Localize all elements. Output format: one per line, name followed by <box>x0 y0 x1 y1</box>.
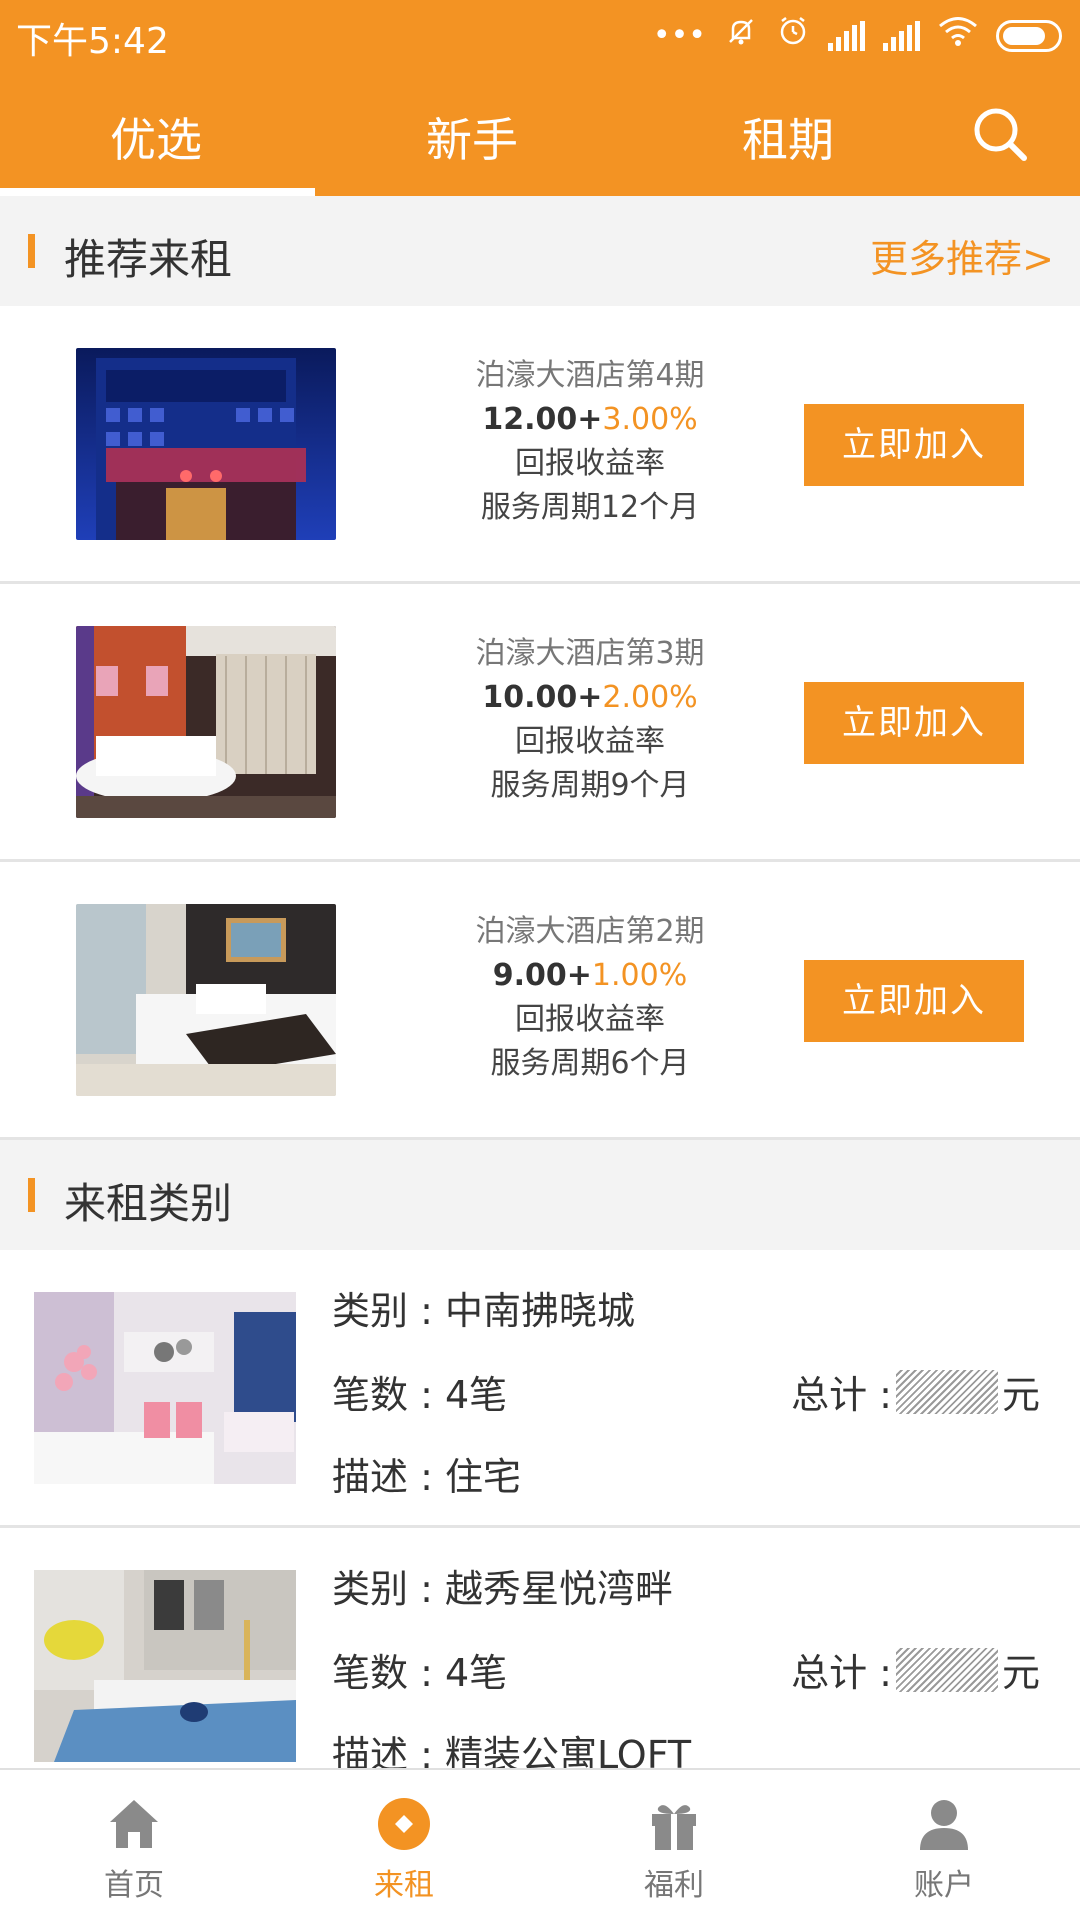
status-time: 下午5:42 <box>16 21 169 62</box>
tab-youxuan[interactable]: 优选 <box>56 104 256 170</box>
signal-icon <box>828 20 865 51</box>
mute-bell-icon <box>724 14 758 57</box>
product-name: 泊濠大酒店第4期 <box>475 358 705 393</box>
base-rate: 10.00+ <box>482 680 603 715</box>
nav-welfare-label: 福利 <box>644 1868 704 1903</box>
rate-label: 回报收益率 <box>515 724 665 759</box>
status-bar: 下午5:42 ••• <box>0 0 1080 64</box>
more-dots-icon: ••• <box>652 17 706 53</box>
bonus-rate: 3.00% <box>602 402 698 437</box>
total-amount: 总计 : 元 <box>791 1642 1040 1697</box>
nav-account-label: 账户 <box>914 1868 974 1903</box>
return-rate: 10.00+2.00% <box>400 676 780 720</box>
hotel-room-image <box>76 626 336 818</box>
recommend-item[interactable]: 泊濠大酒店第4期 12.00+3.00% 回报收益率 服务周期12个月 立即加入 <box>0 306 1080 584</box>
service-period: 服务周期12个月 <box>480 490 700 525</box>
base-rate: 12.00+ <box>482 402 603 437</box>
rate-label: 回报收益率 <box>515 1002 665 1037</box>
nav-welfare[interactable]: 福利 <box>604 1794 744 1904</box>
join-now-button[interactable]: 立即加入 <box>804 404 1024 486</box>
total-unit: 元 <box>1001 1373 1040 1417</box>
nav-rent-label: 来租 <box>374 1868 434 1903</box>
description: 描述 : 住宅 <box>332 1455 521 1499</box>
recommend-info: 泊濠大酒店第4期 12.00+3.00% 回报收益率 服务周期12个月 <box>400 354 780 530</box>
section-accent-bar <box>28 1178 35 1212</box>
order-count: 笔数 : 4笔 <box>332 1651 508 1695</box>
category-name: 类别 : 中南拂晓城 <box>332 1289 635 1333</box>
recommend-item[interactable]: 泊濠大酒店第3期 10.00+2.00% 回报收益率 服务周期9个月 立即加入 <box>0 584 1080 862</box>
bonus-rate: 1.00% <box>591 958 688 993</box>
more-recommend-link[interactable]: 更多推荐> <box>870 228 1054 283</box>
hotel-room-image <box>76 904 336 1096</box>
nav-rent[interactable]: 来租 <box>334 1794 474 1904</box>
category-name: 类别 : 越秀星悦湾畔 <box>332 1567 673 1611</box>
order-count: 笔数 : 4笔 <box>332 1373 508 1417</box>
hidden-amount-placeholder <box>895 1369 998 1414</box>
product-name: 泊濠大酒店第3期 <box>475 636 705 671</box>
property-image <box>34 1570 296 1762</box>
active-tab-indicator <box>0 188 315 196</box>
join-now-button[interactable]: 立即加入 <box>804 960 1024 1042</box>
home-icon <box>64 1794 204 1854</box>
hotel-exterior-image <box>76 348 336 540</box>
category-item[interactable]: 类别 : 越秀星悦湾畔 笔数 : 4笔 总计 : 元 描述 : 精装公寓LOFT <box>0 1528 1080 1806</box>
hidden-amount-placeholder <box>895 1647 998 1692</box>
recommend-info: 泊濠大酒店第3期 10.00+2.00% 回报收益率 服务周期9个月 <box>400 632 780 808</box>
category-section-header: 来租类别 <box>0 1140 1080 1250</box>
recommend-info: 泊濠大酒店第2期 9.00+1.00% 回报收益率 服务周期6个月 <box>400 910 780 1086</box>
total-label: 总计 : <box>791 1373 892 1417</box>
nav-home[interactable]: 首页 <box>64 1794 204 1904</box>
rent-icon <box>334 1794 474 1854</box>
return-rate: 12.00+3.00% <box>400 398 780 442</box>
gift-icon <box>604 1794 744 1854</box>
total-label: 总计 : <box>791 1651 892 1695</box>
service-period: 服务周期9个月 <box>490 768 690 803</box>
recommend-section-title: 推荐来租 <box>64 235 233 284</box>
alarm-icon <box>776 14 810 57</box>
service-period: 服务周期6个月 <box>490 1046 690 1081</box>
status-icons: ••• <box>653 14 1062 57</box>
signal-icon-2 <box>883 20 920 51</box>
join-now-button[interactable]: 立即加入 <box>804 682 1024 764</box>
search-icon[interactable] <box>970 104 1030 164</box>
nav-home-label: 首页 <box>104 1868 164 1903</box>
section-accent-bar <box>28 234 35 268</box>
recommend-item[interactable]: 泊濠大酒店第2期 9.00+1.00% 回报收益率 服务周期6个月 立即加入 <box>0 862 1080 1140</box>
bonus-rate: 2.00% <box>602 680 698 715</box>
wifi-icon <box>938 15 978 56</box>
nav-account[interactable]: 账户 <box>874 1794 1014 1904</box>
recommend-section-header: 推荐来租 更多推荐> <box>0 196 1080 306</box>
tab-zuqi[interactable]: 租期 <box>688 104 888 170</box>
tab-xinshou[interactable]: 新手 <box>372 104 572 170</box>
product-name: 泊濠大酒店第2期 <box>475 914 705 949</box>
total-unit: 元 <box>1001 1651 1040 1695</box>
base-rate: 9.00+ <box>492 958 592 993</box>
category-item[interactable]: 类别 : 中南拂晓城 笔数 : 4笔 总计 : 元 描述 : 住宅 <box>0 1250 1080 1528</box>
rate-label: 回报收益率 <box>515 446 665 481</box>
return-rate: 9.00+1.00% <box>400 954 780 998</box>
battery-icon <box>996 19 1062 52</box>
top-tab-bar: 优选 新手 租期 <box>0 64 1080 196</box>
property-image <box>34 1292 296 1484</box>
category-section-title: 来租类别 <box>64 1179 233 1228</box>
bottom-nav: 首页 来租 福利 账户 <box>0 1768 1080 1920</box>
total-amount: 总计 : 元 <box>791 1364 1040 1419</box>
user-icon <box>874 1794 1014 1854</box>
